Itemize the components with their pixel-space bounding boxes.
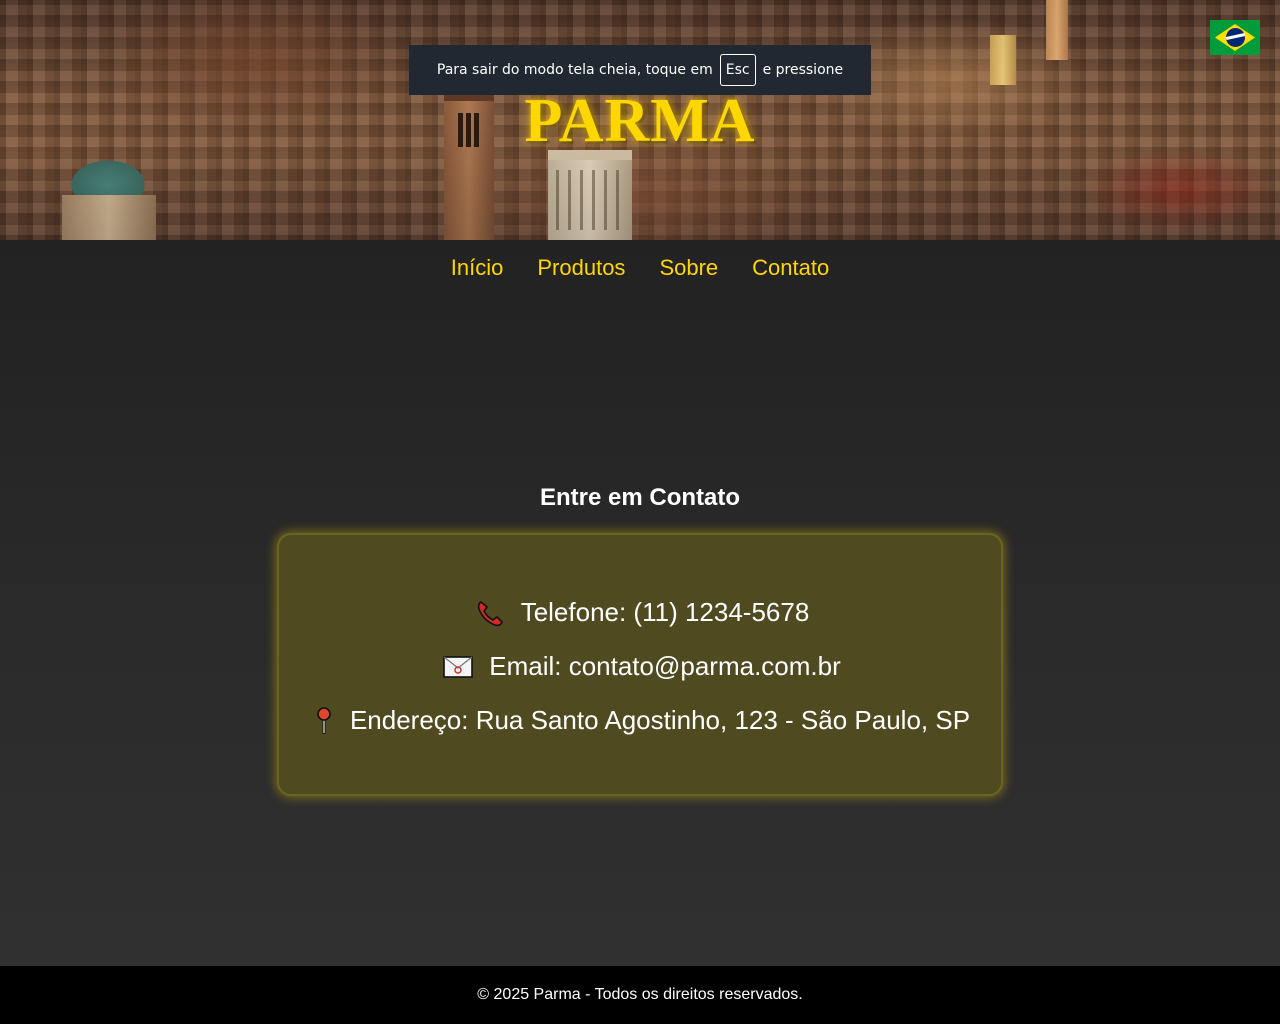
contact-phone-row: Telefone: (11) 1234-5678 [279, 597, 1005, 628]
envelope-icon [443, 655, 474, 678]
contact-email-text: Email: contato@parma.com.br [489, 651, 841, 681]
brazil-flag-icon[interactable] [1210, 20, 1260, 55]
fullscreen-notice-text-after: e pressione [762, 62, 844, 78]
nav-link-contato[interactable]: Contato [752, 250, 829, 286]
main-nav: Início Produtos Sobre Contato [0, 250, 1280, 286]
nav-link-produtos[interactable]: Produtos [537, 250, 625, 286]
contact-address-text: Endereço: Rua Santo Agostinho, 123 - São… [349, 705, 971, 735]
site-footer: © 2025 Parma - Todos os direitos reserva… [0, 966, 1280, 1024]
contact-section-title: Entre em Contato [539, 484, 740, 511]
esc-key-hint: Esc [719, 54, 756, 86]
pin-icon [314, 706, 334, 736]
contact-address-row: Endereço: Rua Santo Agostinho, 123 - São… [279, 705, 1005, 736]
fullscreen-notice-text: Para sair do modo tela cheia, toque em [436, 62, 713, 78]
contact-card: Telefone: (11) 1234-5678 Email: contato@… [277, 533, 1003, 796]
site-logo[interactable]: PARMA [0, 86, 1280, 157]
phone-icon [475, 598, 505, 628]
contact-phone-text: Telefone: (11) 1234-5678 [520, 597, 810, 627]
fullscreen-exit-notice: Para sair do modo tela cheia, toque em E… [409, 45, 871, 95]
nav-link-sobre[interactable]: Sobre [659, 250, 718, 286]
contact-email-row: Email: contato@parma.com.br [279, 651, 1005, 682]
nav-link-inicio[interactable]: Início [451, 250, 504, 286]
footer-copyright: © 2025 Parma - Todos os direitos reserva… [477, 986, 803, 1003]
